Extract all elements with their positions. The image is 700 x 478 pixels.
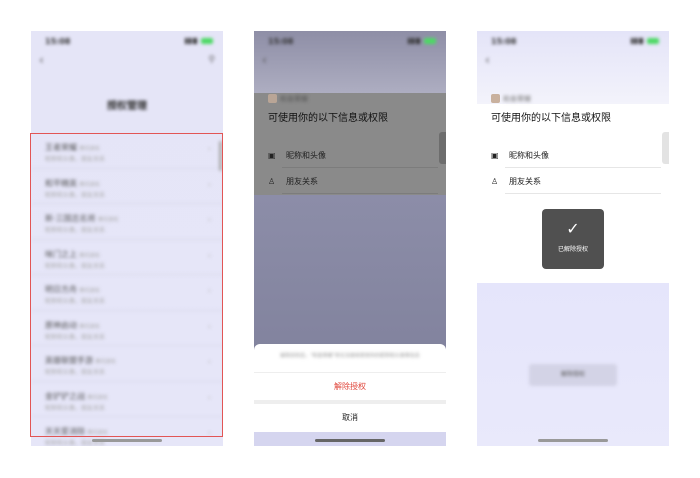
search-icon[interactable]: ⚲ <box>208 55 215 65</box>
status-time: 15:08 <box>45 37 71 46</box>
permission-label: 朋友关系 <box>509 177 541 186</box>
permission-item: ♙ 朋友关系 <box>491 176 541 187</box>
revoke-note: 解除授权后，"和金荣耀"将无法继续使用你的昵称和头像等信息 <box>280 353 420 359</box>
success-toast: ✓ 已解除授权 <box>542 209 604 269</box>
back-icon[interactable]: ‹ <box>485 53 490 67</box>
home-indicator <box>92 439 162 442</box>
permission-item: ▣ 昵称和头像 <box>268 150 326 161</box>
action-sheet: 解除授权后，"和金荣耀"将无法继续使用你的昵称和头像等信息 解除授权 取消 <box>254 344 446 446</box>
side-handle[interactable] <box>439 132 446 164</box>
user-icon: ♙ <box>268 177 276 186</box>
revoke-button-disabled: 解除授权 <box>529 364 617 386</box>
user-icon: ♙ <box>491 177 499 186</box>
status-bar: 15:08 <box>477 31 669 51</box>
battery-icon <box>647 38 659 44</box>
app-name: 和金荣耀 <box>503 95 531 103</box>
back-icon[interactable]: ‹ <box>39 53 44 67</box>
home-indicator <box>315 439 385 442</box>
cancel-button[interactable]: 取消 <box>254 404 446 432</box>
permission-item: ♙ 朋友关系 <box>268 176 318 187</box>
toast-message: 已解除授权 <box>557 246 588 253</box>
status-time: 15:08 <box>491 37 517 46</box>
battery-icon <box>424 38 436 44</box>
permission-label: 昵称和头像 <box>286 151 326 160</box>
home-indicator <box>538 439 608 442</box>
battery-icon <box>201 38 213 44</box>
signal-icon <box>408 38 420 44</box>
permission-item: ▣ 昵称和头像 <box>491 150 549 161</box>
checkmark-icon: ✓ <box>566 219 580 238</box>
permissions-heading: 可使用你的以下信息或权限 <box>268 113 388 124</box>
page-title: 授权管理 <box>107 101 147 112</box>
divider <box>282 193 438 194</box>
divider <box>505 193 661 194</box>
permission-label: 昵称和头像 <box>509 151 549 160</box>
phone-screen-revoked: 15:08 ‹ 和金荣耀 可使用你的以下信息或权限 ▣ 昵称和头像 ♙ 朋友关系 解… <box>477 31 669 446</box>
status-bar: 15:08 <box>254 31 446 51</box>
permissions-heading: 可使用你的以下信息或权限 <box>491 113 611 124</box>
revoke-button[interactable]: 解除授权 <box>254 372 446 401</box>
divider <box>505 167 661 168</box>
side-handle[interactable] <box>662 132 669 164</box>
selection-highlight-box <box>30 133 223 437</box>
status-bar: 15:08 <box>31 31 223 51</box>
app-avatar <box>491 94 500 103</box>
signal-icon <box>185 38 197 44</box>
id-card-icon: ▣ <box>268 151 276 160</box>
app-name: 和金荣耀 <box>280 95 308 103</box>
divider <box>282 167 438 168</box>
signal-icon <box>631 38 643 44</box>
app-avatar <box>268 94 277 103</box>
back-icon[interactable]: ‹ <box>262 53 267 67</box>
id-card-icon: ▣ <box>491 151 499 160</box>
phone-screen-revoke-sheet: 15:08 ‹ 和金荣耀 可使用你的以下信息或权限 ▣ 昵称和头像 ♙ 朋友关系 解… <box>254 31 446 446</box>
permission-label: 朋友关系 <box>286 177 318 186</box>
status-time: 15:08 <box>268 37 294 46</box>
